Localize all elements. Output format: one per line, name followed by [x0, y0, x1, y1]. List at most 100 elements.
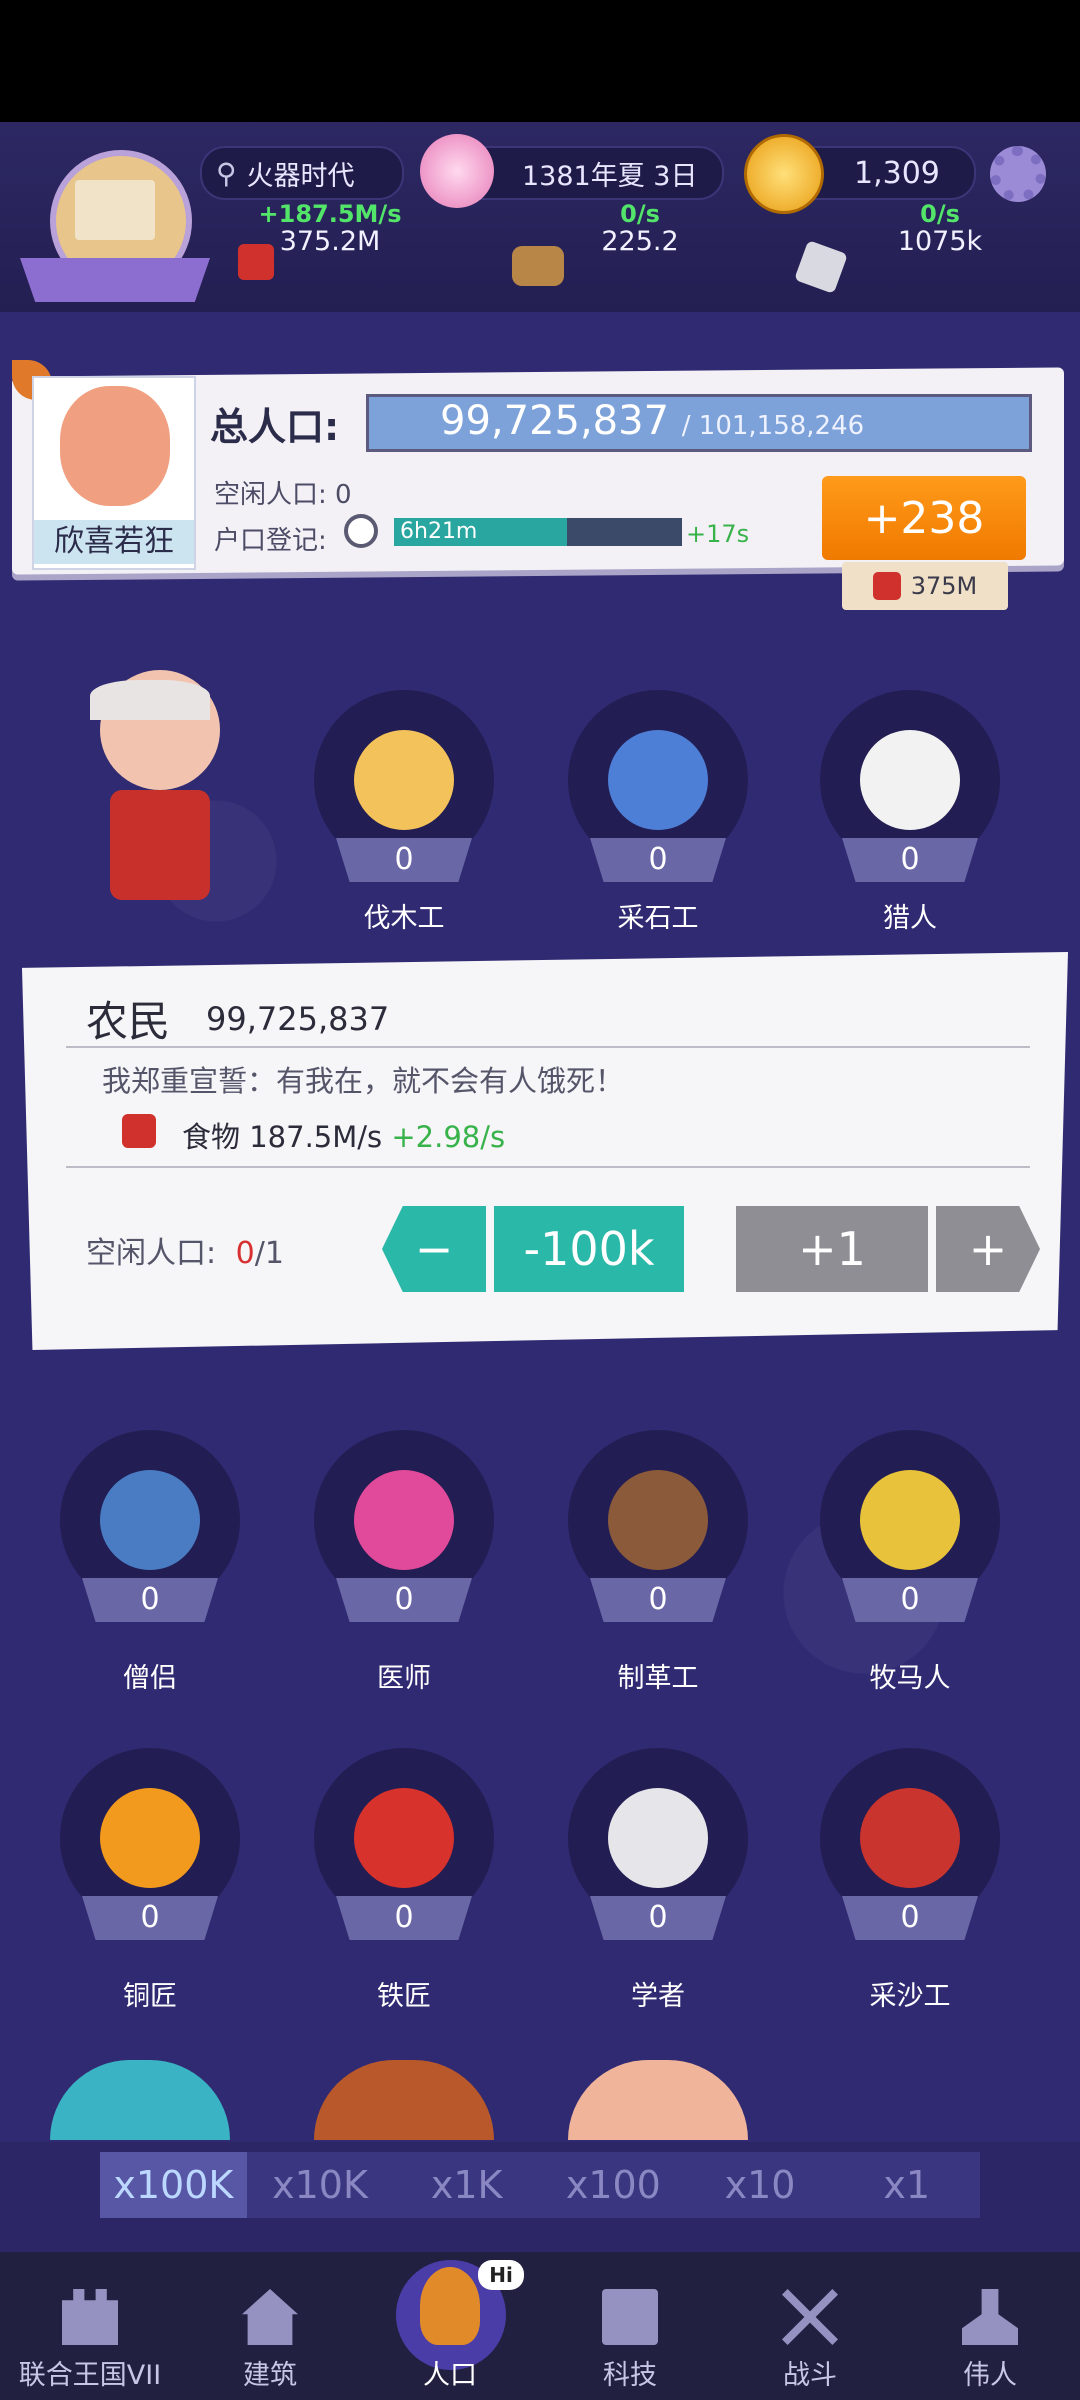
- multiplier-x1k[interactable]: x1K: [393, 2152, 540, 2218]
- registry-timer-text: 6h21m: [400, 519, 478, 544]
- job-count: 0: [842, 1578, 978, 1622]
- mood-portrait[interactable]: 欣喜若狂: [32, 376, 196, 570]
- job-card-tanner[interactable]: 0: [568, 1430, 748, 1622]
- date-pill[interactable]: 1381年夏 3日: [420, 134, 724, 208]
- job-label: 猎人: [883, 903, 937, 934]
- job-label: 采沙工: [869, 1981, 951, 2012]
- coin-icon: [744, 134, 824, 214]
- registry-timer-bar: 6h21m: [394, 518, 682, 546]
- farmer-count: 99,725,837: [206, 1000, 390, 1038]
- food-production-rate: 食物 187.5M/s: [182, 1120, 383, 1154]
- job-card-scholar[interactable]: 0: [568, 1748, 748, 1940]
- job-label: 铁匠: [377, 1981, 431, 2012]
- job-card-horseherder[interactable]: 0: [820, 1430, 1000, 1622]
- job-label: 牧马人: [869, 1663, 951, 1694]
- stone-value: 1075k: [897, 226, 983, 257]
- job-card-doctor[interactable]: 0: [314, 1430, 494, 1622]
- nav-population[interactable]: Hi 人口: [360, 2252, 540, 2400]
- job-count: 0: [842, 838, 978, 882]
- multiplier-x100k[interactable]: x100K: [100, 2152, 247, 2218]
- palace-emblem[interactable]: [20, 150, 210, 320]
- minus-button[interactable]: −: [382, 1206, 486, 1292]
- total-population-current: 99,725,837: [440, 398, 670, 444]
- citizen-icon: [420, 2267, 480, 2345]
- musket-icon: ⚲: [216, 156, 237, 190]
- era-label: 火器时代: [246, 160, 355, 192]
- nav-label: 科技: [603, 2360, 657, 2391]
- add-population-button[interactable]: +238: [822, 476, 1026, 560]
- idle-max: /1: [254, 1236, 284, 1271]
- job-card-sand-digger[interactable]: 0: [820, 1748, 1000, 1940]
- stone-resource: 0/s 1075k: [860, 200, 1020, 256]
- food-production-bonus: +2.98/s: [391, 1120, 506, 1154]
- job-count: 0: [842, 1896, 978, 1940]
- job-label: 制革工: [617, 1663, 699, 1694]
- job-card-coppersmith[interactable]: 0: [60, 1748, 240, 1940]
- add-population-cost-value: 375M: [910, 572, 978, 600]
- wood-logs-icon: [512, 246, 564, 286]
- settings-gear-icon[interactable]: [990, 146, 1046, 202]
- job-count: 0: [590, 1896, 726, 1940]
- job-count: 0: [590, 838, 726, 882]
- food-production: 食物 187.5M/s +2.98/s: [182, 1114, 505, 1156]
- job-card-hunter[interactable]: 0: [820, 690, 1000, 882]
- castle-icon: [62, 2289, 118, 2345]
- nav-kingdom[interactable]: 联合王国VII: [0, 2252, 180, 2400]
- registry-label: 户口登记:: [214, 526, 327, 556]
- job-label: 医师: [377, 1663, 431, 1694]
- nav-buildings[interactable]: 建筑: [180, 2252, 360, 2400]
- apple-crate-icon: [238, 244, 274, 280]
- multiplier-x100[interactable]: x100: [540, 2152, 687, 2218]
- house-icon: [242, 2289, 298, 2345]
- job-card-monk[interactable]: 0: [60, 1430, 240, 1622]
- job-count: 0: [336, 1578, 472, 1622]
- coins-value: 1,309: [854, 155, 940, 191]
- hi-badge-icon: Hi: [478, 2260, 524, 2290]
- registry-timer-bonus: +17s: [686, 520, 750, 548]
- decrease-100k-button[interactable]: -100k: [494, 1206, 684, 1292]
- system-status-bar: [0, 0, 1080, 122]
- job-count: 0: [590, 1578, 726, 1622]
- job-label: 铜匠: [123, 1981, 177, 2012]
- wood-resource: 0/s 225.2: [560, 200, 720, 256]
- job-card-lumberjack[interactable]: 0: [314, 690, 494, 882]
- idle-value: 0: [235, 1236, 255, 1271]
- stone-rate: 0/s: [920, 200, 960, 228]
- bottom-nav: 联合王国VII 建筑 Hi 人口 科技 战斗 伟人: [0, 2252, 1080, 2400]
- nav-great-people[interactable]: 伟人: [900, 2252, 1080, 2400]
- multiplier-x1[interactable]: x1: [833, 2152, 980, 2218]
- nav-label: 战斗: [783, 2360, 837, 2391]
- book-icon: [602, 2289, 658, 2345]
- bust-icon: [962, 2289, 1018, 2345]
- multiplier-x10k[interactable]: x10K: [247, 2152, 394, 2218]
- increase-1-button[interactable]: +1: [736, 1206, 928, 1292]
- job-card-blacksmith[interactable]: 0: [314, 1748, 494, 1940]
- card-divider: [66, 1166, 1030, 1168]
- nav-label: 联合王国VII: [18, 2360, 162, 2391]
- nav-label: 人口: [423, 2360, 477, 2391]
- food-value: 375.2M: [279, 226, 381, 257]
- total-population-label: 总人口:: [210, 405, 340, 449]
- coins-pill[interactable]: 1,309: [744, 134, 976, 214]
- stone-icon: [794, 240, 848, 294]
- plus-button[interactable]: +: [936, 1206, 1040, 1292]
- card-divider: [66, 1046, 1030, 1048]
- nav-battle[interactable]: 战斗: [720, 2252, 900, 2400]
- job-count: 0: [82, 1578, 218, 1622]
- job-count: 0: [336, 838, 472, 882]
- multiplier-tabs: x100K x10K x1K x100 x10 x1: [100, 2152, 980, 2218]
- resource-header: ⚲ 火器时代 1381年夏 3日 1,309 +187.5M/s 375.2M …: [0, 122, 1080, 312]
- farmer-avatar[interactable]: [60, 660, 250, 930]
- plus-icon: +: [968, 1222, 1008, 1276]
- decrease-100k-label: -100k: [523, 1222, 655, 1276]
- apple-crate-icon: [122, 1114, 156, 1148]
- job-card-quarryman[interactable]: 0: [568, 690, 748, 882]
- nav-technology[interactable]: 科技: [540, 2252, 720, 2400]
- multiplier-x10[interactable]: x10: [687, 2152, 834, 2218]
- era-pill[interactable]: ⚲ 火器时代: [200, 146, 404, 200]
- increase-1-label: +1: [798, 1222, 866, 1276]
- total-population-value: 99,725,837 / 101,158,246: [440, 398, 864, 444]
- idle-population: 空闲人口: 0/1: [86, 1228, 284, 1272]
- wood-rate: 0/s: [620, 200, 660, 228]
- date-label: 1381年夏 3日: [522, 160, 698, 192]
